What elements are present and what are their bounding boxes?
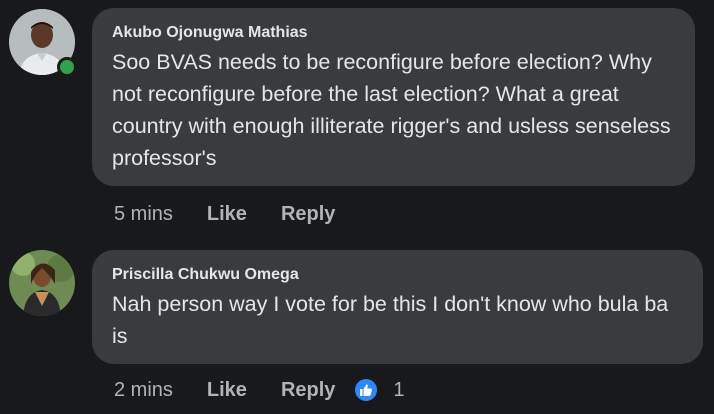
like-button[interactable]: Like <box>207 379 247 402</box>
comment-actions: 2 mins Like Reply 1 <box>114 376 405 404</box>
reply-button[interactable]: Reply <box>281 203 335 226</box>
thumbs-up-icon <box>360 384 373 396</box>
comment-bubble: Priscilla Chukwu Omega Nah person way I … <box>92 250 703 364</box>
avatar[interactable] <box>9 9 77 77</box>
thumbs-up-icon <box>355 379 378 401</box>
comment-text: Soo BVAS needs to be reconfigure before … <box>112 50 671 170</box>
comment-bubble: Akubo Ojonugwa Mathias Soo BVAS needs to… <box>92 8 695 186</box>
user-photo-icon <box>9 250 75 316</box>
comment-text: Nah person way I vote for be this I don'… <box>112 292 669 348</box>
comment-actions: 5 mins Like Reply <box>114 200 369 228</box>
reply-button[interactable]: Reply <box>281 379 335 402</box>
avatar[interactable] <box>9 250 75 316</box>
comment-item: Priscilla Chukwu Omega Nah person way I … <box>0 240 714 414</box>
comment-timestamp[interactable]: 2 mins <box>114 379 173 402</box>
comment-feed: Akubo Ojonugwa Mathias Soo BVAS needs to… <box>0 0 714 414</box>
comment-timestamp[interactable]: 5 mins <box>114 203 173 226</box>
like-button[interactable]: Like <box>207 203 247 226</box>
reaction-count: 1 <box>393 378 405 401</box>
online-status-indicator <box>57 57 77 77</box>
comment-author[interactable]: Akubo Ojonugwa Mathias <box>112 24 675 42</box>
reaction-summary[interactable]: 1 <box>355 378 405 402</box>
comment-item: Akubo Ojonugwa Mathias Soo BVAS needs to… <box>0 0 714 240</box>
comment-author[interactable]: Priscilla Chukwu Omega <box>112 266 683 284</box>
